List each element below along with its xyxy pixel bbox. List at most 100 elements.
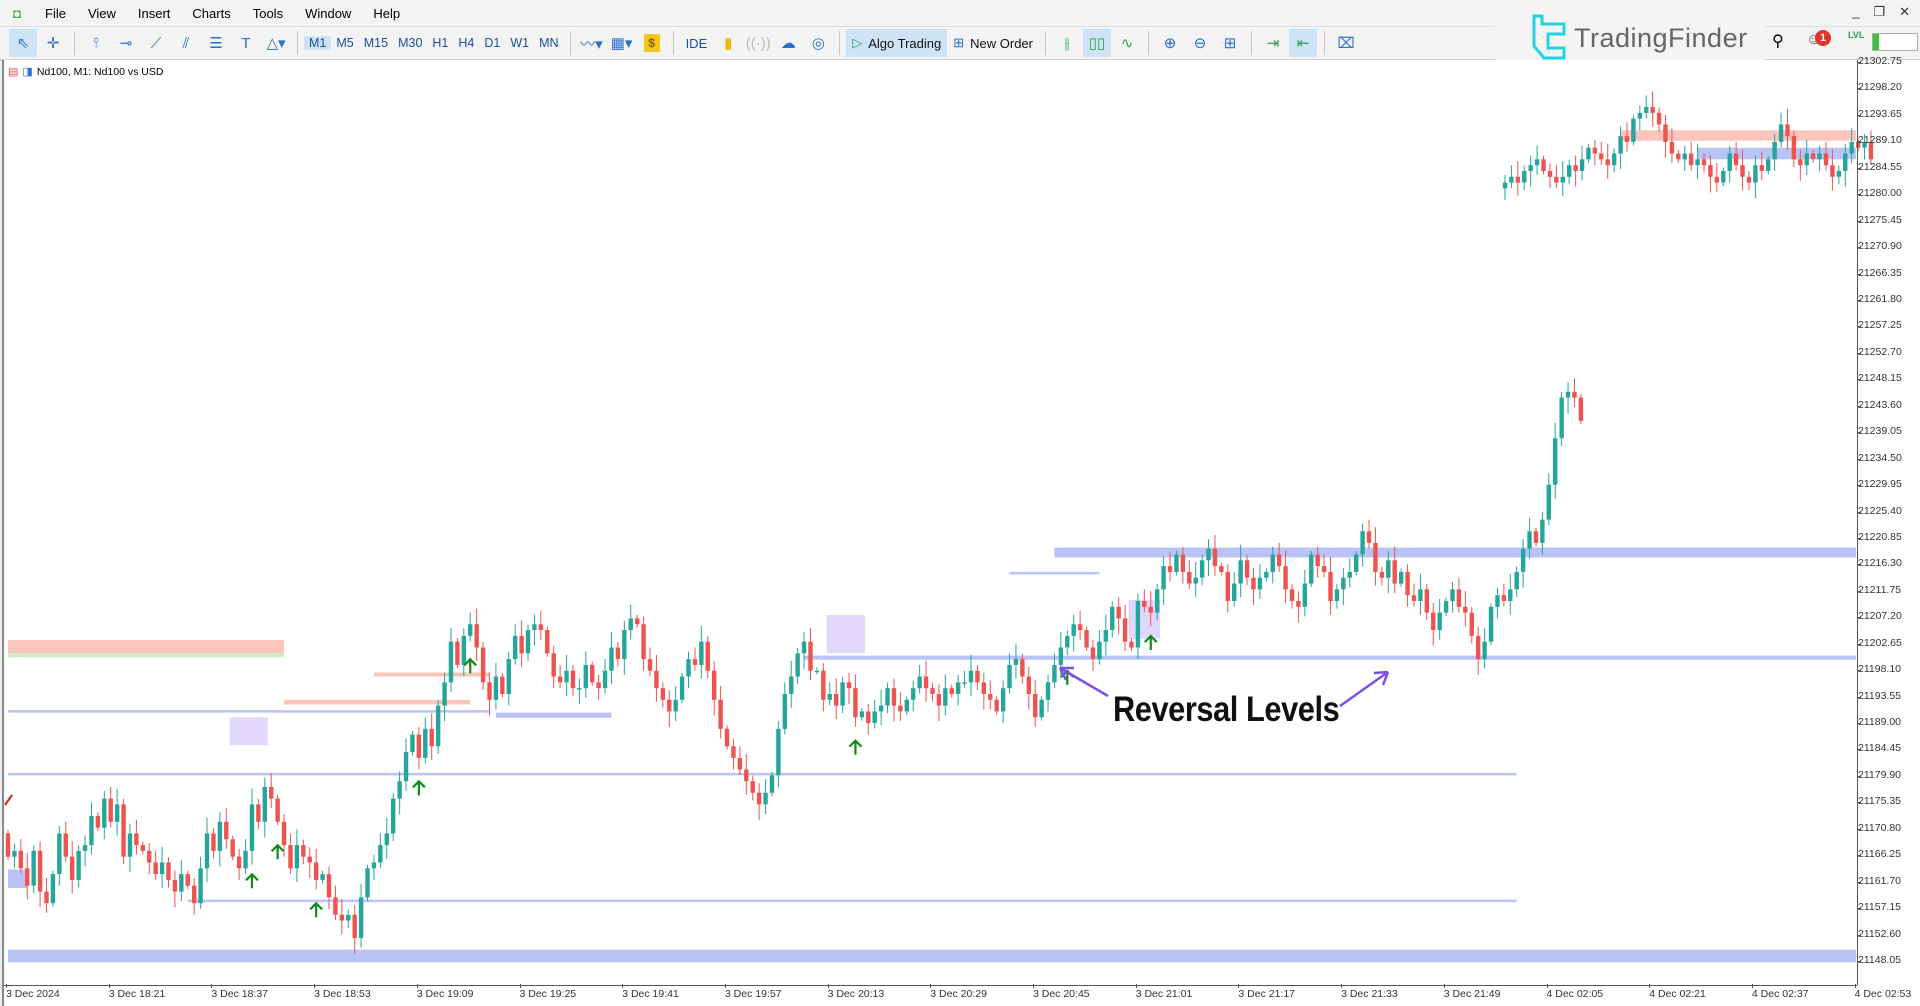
bullish-candle bbox=[1443, 600, 1449, 613]
bearish-candle bbox=[853, 688, 858, 718]
bullish-candle bbox=[1058, 647, 1064, 665]
bullish-candle bbox=[872, 711, 877, 724]
bearish-candle bbox=[718, 699, 723, 729]
bullish-candle bbox=[1502, 182, 1508, 189]
bearish-candle bbox=[866, 711, 871, 724]
bearish-candle bbox=[1321, 566, 1327, 572]
bearish-candle bbox=[994, 699, 999, 712]
bearish-candle bbox=[634, 618, 640, 625]
price-tick-label: 21207.20 bbox=[1857, 610, 1902, 623]
buy-signal-arrow-icon bbox=[245, 872, 259, 889]
bearish-candle bbox=[898, 705, 903, 712]
bearish-candle bbox=[37, 850, 43, 892]
bullish-candle bbox=[423, 728, 428, 758]
bullish-candle bbox=[1644, 107, 1649, 113]
demand-zone bbox=[8, 949, 1856, 963]
bearish-candle bbox=[590, 664, 595, 683]
bearish-candle bbox=[1296, 600, 1301, 607]
bearish-candle bbox=[1431, 612, 1436, 631]
supply-zone bbox=[373, 672, 490, 677]
bearish-candle bbox=[1033, 693, 1038, 718]
bullish-candle bbox=[859, 711, 865, 718]
bearish-candle bbox=[596, 682, 601, 689]
bearish-candle bbox=[551, 653, 556, 677]
bearish-candle bbox=[1373, 542, 1378, 572]
time-tick-label: 3 Dec 19:09 bbox=[416, 984, 474, 1000]
bearish-candle bbox=[1578, 397, 1584, 421]
bullish-candle bbox=[911, 688, 916, 700]
bearish-candle bbox=[134, 833, 139, 846]
bullish-candle bbox=[76, 850, 81, 880]
price-tick-label: 21239.05 bbox=[1857, 425, 1902, 438]
bearish-candle bbox=[930, 688, 935, 694]
bullish-candle bbox=[378, 845, 383, 863]
reversal-levels-annotation: Reversal Levels bbox=[1113, 690, 1340, 729]
bullish-candle bbox=[1565, 391, 1571, 398]
bullish-candle bbox=[1631, 118, 1636, 142]
bearish-candle bbox=[455, 641, 460, 665]
price-tick-label: 21193.55 bbox=[1856, 689, 1902, 702]
bullish-candle bbox=[1727, 153, 1732, 171]
bullish-candle bbox=[1264, 571, 1269, 578]
bearish-candle bbox=[1701, 159, 1707, 166]
bullish-candle bbox=[1071, 624, 1076, 636]
bearish-candle bbox=[1515, 176, 1521, 183]
bullish-candle bbox=[609, 647, 614, 671]
bearish-candle bbox=[108, 798, 113, 822]
bullish-candle bbox=[1637, 112, 1643, 119]
bullish-candle bbox=[1302, 583, 1308, 607]
bearish-candle bbox=[1219, 566, 1224, 572]
bullish-candle bbox=[1495, 595, 1500, 607]
bearish-candle bbox=[1746, 176, 1752, 183]
bearish-candle bbox=[1116, 606, 1121, 619]
time-tick-label: 3 Dec 21:49 bbox=[1443, 984, 1501, 1000]
bearish-candle bbox=[1785, 124, 1790, 137]
bearish-candle bbox=[140, 845, 146, 851]
bearish-candle bbox=[1708, 165, 1713, 177]
bullish-candle bbox=[1618, 136, 1623, 154]
bearish-candle bbox=[1283, 566, 1288, 590]
time-tick-label: 3 Dec 19:57 bbox=[724, 984, 782, 1000]
bullish-candle bbox=[1360, 531, 1365, 555]
bullish-candle bbox=[12, 850, 17, 857]
bullish-candle bbox=[1772, 141, 1777, 160]
bearish-candle bbox=[1251, 577, 1256, 590]
bearish-candle bbox=[1823, 153, 1829, 166]
bullish-candle bbox=[1721, 170, 1726, 183]
bullish-candle bbox=[622, 630, 627, 660]
price-tick-label: 21252.70 bbox=[1857, 345, 1902, 358]
bearish-candle bbox=[288, 845, 293, 869]
price-tick-label: 21166.25 bbox=[1856, 848, 1902, 861]
bearish-candle bbox=[737, 757, 743, 770]
bearish-candle bbox=[1676, 153, 1681, 160]
bearish-candle bbox=[301, 845, 306, 857]
demand-zone bbox=[495, 712, 612, 718]
bullish-candle bbox=[397, 781, 402, 799]
price-tick-label: 21243.60 bbox=[1857, 398, 1902, 411]
bearish-candle bbox=[641, 624, 646, 660]
bullish-candle bbox=[1135, 600, 1141, 648]
time-tick-label: 3 Dec 18:37 bbox=[211, 984, 269, 1000]
bullish-candle bbox=[962, 682, 967, 684]
price-tick-label: 21234.50 bbox=[1857, 451, 1902, 464]
bearish-candle bbox=[25, 868, 30, 886]
bearish-candle bbox=[1315, 554, 1320, 567]
red-marker bbox=[4, 794, 13, 806]
bearish-candle bbox=[147, 850, 152, 863]
bearish-candle bbox=[756, 792, 762, 805]
bearish-candle bbox=[1142, 600, 1147, 607]
bullish-candle bbox=[532, 624, 537, 631]
bullish-candle bbox=[1804, 153, 1809, 166]
time-tick-label: 3 Dec 20:13 bbox=[827, 984, 885, 1000]
bearish-candle bbox=[5, 833, 11, 857]
bullish-candle bbox=[31, 850, 36, 886]
bearish-candle bbox=[519, 635, 524, 654]
bullish-candle bbox=[1257, 577, 1263, 590]
bearish-candle bbox=[1411, 595, 1417, 601]
bullish-candle bbox=[769, 775, 775, 793]
bearish-candle bbox=[1405, 571, 1410, 596]
bearish-candle bbox=[1463, 606, 1468, 613]
price-tick-label: 21148.05 bbox=[1856, 954, 1902, 966]
bearish-candle bbox=[1572, 391, 1577, 398]
supply-zone bbox=[1620, 130, 1856, 141]
